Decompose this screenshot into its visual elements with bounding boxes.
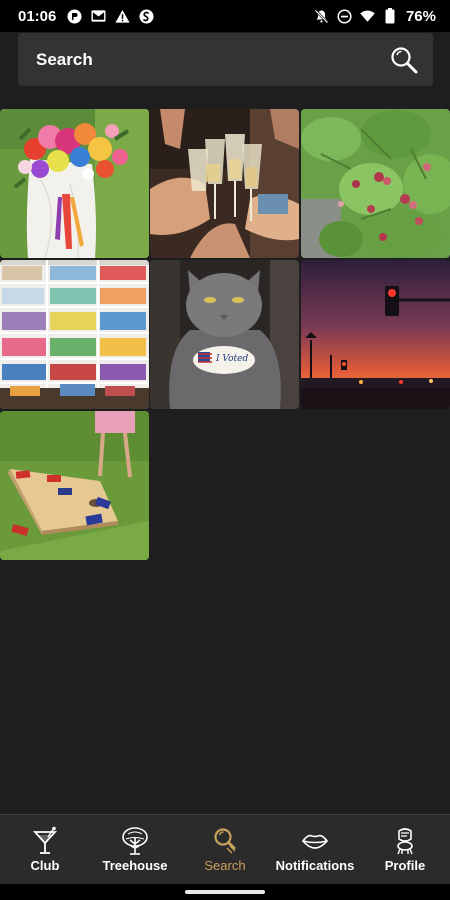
status-bar: 01:06 76% (0, 0, 450, 32)
gesture-area (0, 884, 450, 900)
nav-item-notifications[interactable]: Notifications (270, 826, 360, 873)
search-input[interactable] (36, 49, 389, 70)
battery-icon (383, 8, 398, 24)
nav-label-treehouse: Treehouse (102, 858, 168, 873)
nav-label-club: Club (30, 858, 60, 873)
result-photo-sunset-traffic-light[interactable] (301, 260, 450, 409)
nav-item-profile[interactable]: Profile (360, 826, 450, 873)
home-indicator[interactable] (185, 890, 265, 894)
nav-item-search[interactable]: Search (180, 826, 270, 873)
status-time: 01:06 (18, 7, 57, 25)
dnd-icon (337, 8, 352, 24)
result-photo-champagne-toast[interactable] (150, 109, 299, 258)
warning-icon (115, 9, 130, 24)
search-icon (210, 826, 240, 856)
p-app-icon (67, 9, 82, 24)
bottom-nav: Club Treehouse Search Notifications Prof… (0, 814, 450, 884)
gmail-icon (91, 9, 106, 24)
mute-icon (314, 9, 329, 24)
profile-icon (390, 826, 420, 856)
result-photo-cornhole[interactable] (0, 411, 149, 560)
nav-label-search: Search (204, 858, 246, 873)
battery-percent: 76% (405, 7, 436, 25)
nav-label-notifications: Notifications (275, 858, 355, 873)
cat-sticker-text: I Voted (216, 354, 249, 364)
wifi-icon (360, 9, 375, 24)
nav-label-profile: Profile (384, 858, 426, 873)
result-photo-raspberry-bush[interactable] (301, 109, 450, 258)
nav-item-club[interactable]: Club (0, 826, 90, 873)
shazam-icon (139, 9, 154, 24)
lips-icon (300, 826, 330, 856)
search-icon[interactable] (389, 45, 419, 75)
result-photo-cat-voted-sticker[interactable]: I Voted (150, 260, 299, 409)
result-photo-bookshelf[interactable] (0, 260, 149, 409)
tree-icon (120, 826, 150, 856)
nav-item-treehouse[interactable]: Treehouse (90, 826, 180, 873)
cocktail-icon (30, 826, 60, 856)
result-photo-bouquet[interactable] (0, 109, 149, 258)
search-bar[interactable] (18, 33, 433, 86)
